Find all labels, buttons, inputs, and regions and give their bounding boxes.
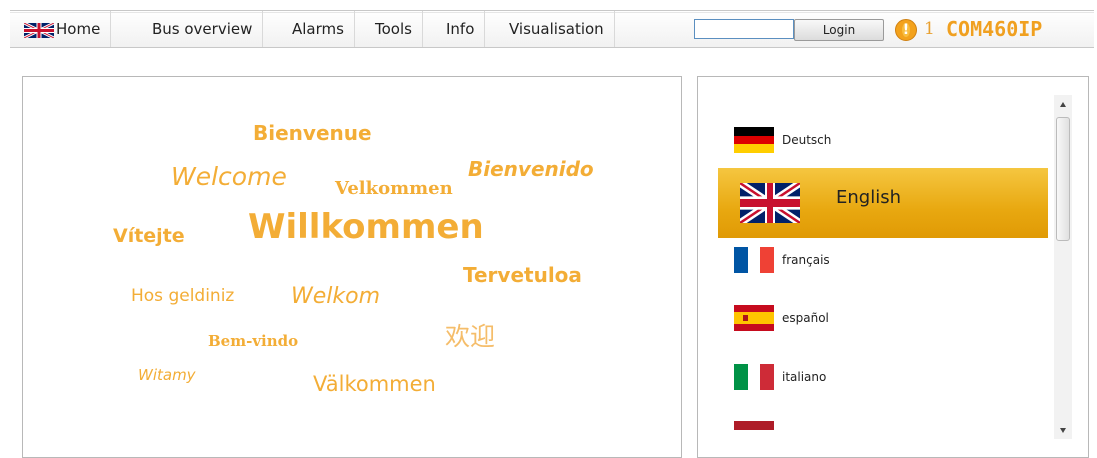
welcome-word: Welkom	[291, 284, 381, 309]
language-label: Deutsch	[782, 133, 832, 147]
language-label: English	[836, 187, 901, 208]
language-label: español	[782, 311, 829, 325]
login-button[interactable]: Login	[794, 19, 884, 41]
welcome-word: Bienvenue	[253, 121, 372, 145]
welcome-word: Välkommen	[313, 372, 436, 396]
welcome-word: Velkommen	[335, 178, 453, 199]
nav-visualisation[interactable]: Visualisation	[499, 11, 615, 47]
scroll-down-arrow-icon[interactable]	[1054, 421, 1072, 439]
top-navigation-bar: Home Bus overview Alarms Tools Info Visu…	[10, 10, 1094, 48]
language-scrollbar[interactable]	[1054, 95, 1072, 439]
welcome-word: Witamy	[138, 366, 196, 384]
welcome-word: Hos geldiniz	[131, 286, 235, 306]
uk-flag-icon	[740, 183, 800, 223]
language-label: italiano	[782, 370, 827, 384]
language-option-francais[interactable]: français	[734, 247, 934, 277]
language-option-english[interactable]: English	[718, 168, 1048, 238]
welcome-word: Bem-vindo	[208, 332, 299, 350]
nav-info[interactable]: Info	[436, 11, 486, 47]
language-option-espanol[interactable]: español	[734, 305, 934, 335]
login-input[interactable]	[694, 19, 794, 39]
uk-flag-icon	[24, 23, 54, 38]
warning-icon[interactable]	[895, 19, 917, 41]
alarm-count[interactable]: 1	[924, 11, 935, 47]
nav-bus-overview[interactable]: Bus overview	[142, 11, 264, 47]
germany-flag-icon	[734, 127, 774, 153]
nav-home-label: Home	[56, 20, 101, 38]
scroll-up-arrow-icon[interactable]	[1054, 95, 1072, 113]
device-name: COM460IP	[946, 17, 1043, 41]
language-option-italiano[interactable]: italiano	[734, 364, 934, 394]
welcome-word: Tervetuloa	[463, 263, 582, 287]
italy-flag-icon	[734, 364, 774, 390]
nav-home[interactable]: Home	[10, 11, 112, 47]
welcome-word-cloud: Bienvenue Welcome Velkommen Bienvenido V…	[22, 76, 682, 458]
flag-icon	[734, 421, 774, 435]
language-option-deutsch[interactable]: Deutsch	[734, 127, 934, 157]
nav-alarms[interactable]: Alarms	[282, 11, 355, 47]
language-option-partial[interactable]	[734, 421, 934, 435]
nav-tools[interactable]: Tools	[365, 11, 423, 47]
language-label: français	[782, 253, 830, 267]
scrollbar-thumb[interactable]	[1056, 117, 1070, 241]
france-flag-icon	[734, 247, 774, 273]
spain-flag-icon	[734, 305, 774, 331]
welcome-word: Willkommen	[248, 207, 484, 247]
welcome-word: Bienvenido	[468, 157, 594, 181]
welcome-word: 欢迎	[445, 322, 496, 351]
language-selector: Deutsch English français español italian…	[697, 76, 1089, 458]
welcome-word: Welcome	[171, 162, 287, 191]
welcome-word: Vítejte	[113, 225, 185, 247]
